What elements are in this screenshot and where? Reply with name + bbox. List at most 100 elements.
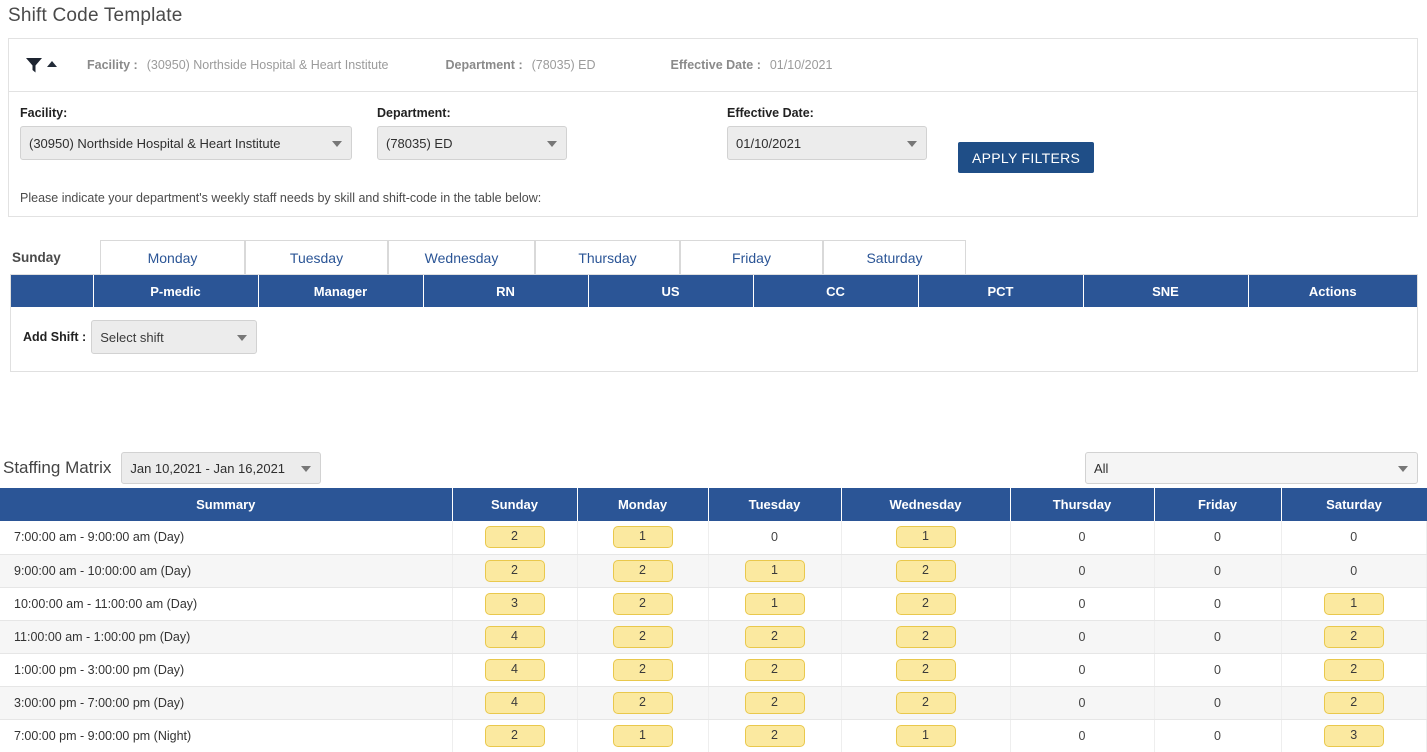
matrix-cell-sunday: 4 (452, 686, 577, 719)
summary-department-value: (78035) ED (532, 58, 596, 72)
staff-count-badge[interactable]: 2 (896, 593, 956, 615)
staff-count-badge[interactable]: 2 (745, 626, 805, 648)
matrix-value-zero: 0 (1079, 630, 1086, 644)
matrix-cell-friday: 0 (1154, 620, 1281, 653)
matrix-cell-saturday: 3 (1281, 719, 1427, 752)
staff-count-badge[interactable]: 1 (745, 560, 805, 582)
matrix-cell-saturday: 2 (1281, 620, 1427, 653)
instruction-text: Please indicate your department's weekly… (20, 191, 541, 205)
department-select[interactable]: (78035) ED (377, 126, 567, 160)
filter-toggle[interactable] (25, 56, 57, 74)
matrix-value-zero: 0 (1079, 597, 1086, 611)
summary-facility-value: (30950) Northside Hospital & Heart Insti… (147, 58, 389, 72)
shift-col-actions: Actions (1248, 275, 1417, 307)
staff-count-badge[interactable]: 1 (745, 593, 805, 615)
matrix-body: 7:00:00 am - 9:00:00 am (Day)21010009:00… (0, 521, 1427, 752)
summary-department-label: Department : (446, 58, 523, 72)
matrix-cell-saturday: 0 (1281, 521, 1427, 554)
staff-count-badge[interactable]: 2 (896, 560, 956, 582)
matrix-cell-tuesday: 0 (708, 521, 841, 554)
apply-filters-button[interactable]: APPLY FILTERS (958, 142, 1094, 173)
matrix-cell-friday: 0 (1154, 521, 1281, 554)
matrix-cell-thursday: 0 (1010, 587, 1154, 620)
matrix-value-zero: 0 (1350, 530, 1357, 544)
matrix-value-zero: 0 (1214, 630, 1221, 644)
add-shift-cell: Add Shift : Select shift (11, 307, 258, 367)
matrix-cell-friday: 0 (1154, 554, 1281, 587)
table-row: 9:00:00 am - 10:00:00 am (Day)2212000 (0, 554, 1427, 587)
facility-select[interactable]: (30950) Northside Hospital & Heart Insti… (20, 126, 352, 160)
add-shift-row: Add Shift : Select shift (11, 307, 1417, 367)
matrix-cell-friday: 0 (1154, 686, 1281, 719)
matrix-cell-friday: 0 (1154, 587, 1281, 620)
staff-count-badge[interactable]: 2 (896, 626, 956, 648)
matrix-cell-wednesday: 1 (841, 521, 1010, 554)
staff-count-badge[interactable]: 2 (485, 560, 545, 582)
matrix-cell-monday: 2 (577, 587, 708, 620)
staff-count-badge[interactable]: 2 (1324, 692, 1384, 714)
staff-count-badge[interactable]: 4 (485, 626, 545, 648)
tab-monday[interactable]: Monday (100, 240, 245, 274)
staffing-matrix-table: Summary Sunday Monday Tuesday Wednesday … (0, 488, 1427, 752)
matrix-cell-wednesday: 2 (841, 620, 1010, 653)
staff-count-badge[interactable]: 2 (745, 725, 805, 747)
add-shift-select[interactable]: Select shift (91, 320, 257, 354)
tab-saturday[interactable]: Saturday (823, 240, 966, 274)
staff-count-badge[interactable]: 2 (896, 659, 956, 681)
effective-date-select-value: 01/10/2021 (736, 136, 801, 151)
matrix-value-zero: 0 (771, 530, 778, 544)
tab-friday[interactable]: Friday (680, 240, 823, 274)
staff-count-badge[interactable]: 3 (485, 593, 545, 615)
summary-facility-label: Facility : (87, 58, 138, 72)
staffing-matrix-grid: Summary Sunday Monday Tuesday Wednesday … (0, 488, 1427, 752)
staff-count-badge[interactable]: 2 (613, 659, 673, 681)
staff-count-badge[interactable]: 2 (613, 560, 673, 582)
staff-count-badge[interactable]: 2 (1324, 659, 1384, 681)
staff-count-badge[interactable]: 4 (485, 692, 545, 714)
skill-filter-select[interactable]: All (1085, 452, 1418, 484)
staff-count-badge[interactable]: 2 (1324, 626, 1384, 648)
tab-tuesday[interactable]: Tuesday (245, 240, 388, 274)
staff-count-badge[interactable]: 3 (1324, 725, 1384, 747)
matrix-value-zero: 0 (1079, 663, 1086, 677)
matrix-value-zero: 0 (1214, 530, 1221, 544)
tab-wednesday[interactable]: Wednesday (388, 240, 535, 274)
shift-cell-cc (753, 307, 918, 367)
shift-col-pct: PCT (918, 275, 1083, 307)
week-range-value: Jan 10,2021 - Jan 16,2021 (130, 461, 285, 476)
staff-count-badge[interactable]: 1 (613, 725, 673, 747)
shift-col-sne: SNE (1083, 275, 1248, 307)
matrix-cell-sunday: 3 (452, 587, 577, 620)
staff-count-badge[interactable]: 1 (1324, 593, 1384, 615)
staff-count-badge[interactable]: 2 (613, 626, 673, 648)
matrix-value-zero: 0 (1214, 597, 1221, 611)
tab-sunday[interactable]: Sunday (0, 240, 100, 274)
staff-count-badge[interactable]: 1 (613, 526, 673, 548)
matrix-value-zero: 0 (1079, 729, 1086, 743)
staff-count-badge[interactable]: 2 (613, 692, 673, 714)
summary-effective-date-label: Effective Date : (671, 58, 761, 72)
staff-count-badge[interactable]: 2 (485, 725, 545, 747)
matrix-cell-thursday: 0 (1010, 686, 1154, 719)
table-row: 11:00:00 am - 1:00:00 pm (Day)4222002 (0, 620, 1427, 653)
shift-col-blank (11, 275, 93, 307)
staff-count-badge[interactable]: 4 (485, 659, 545, 681)
tab-thursday[interactable]: Thursday (535, 240, 680, 274)
shift-col-cc: CC (753, 275, 918, 307)
matrix-cell-saturday: 2 (1281, 653, 1427, 686)
week-range-select[interactable]: Jan 10,2021 - Jan 16,2021 (121, 452, 321, 484)
staff-count-badge[interactable]: 1 (896, 725, 956, 747)
staff-count-badge[interactable]: 2 (485, 526, 545, 548)
effective-date-select[interactable]: 01/10/2021 (727, 126, 927, 160)
matrix-cell-thursday: 0 (1010, 653, 1154, 686)
shift-cell-rn (423, 307, 588, 367)
department-field: Department: (78035) ED (377, 106, 567, 160)
staff-count-badge[interactable]: 2 (745, 692, 805, 714)
matrix-value-zero: 0 (1350, 564, 1357, 578)
staff-count-badge[interactable]: 2 (745, 659, 805, 681)
matrix-cell-wednesday: 2 (841, 554, 1010, 587)
staff-count-badge[interactable]: 2 (613, 593, 673, 615)
staff-count-badge[interactable]: 1 (896, 526, 956, 548)
matrix-value-zero: 0 (1214, 729, 1221, 743)
staff-count-badge[interactable]: 2 (896, 692, 956, 714)
